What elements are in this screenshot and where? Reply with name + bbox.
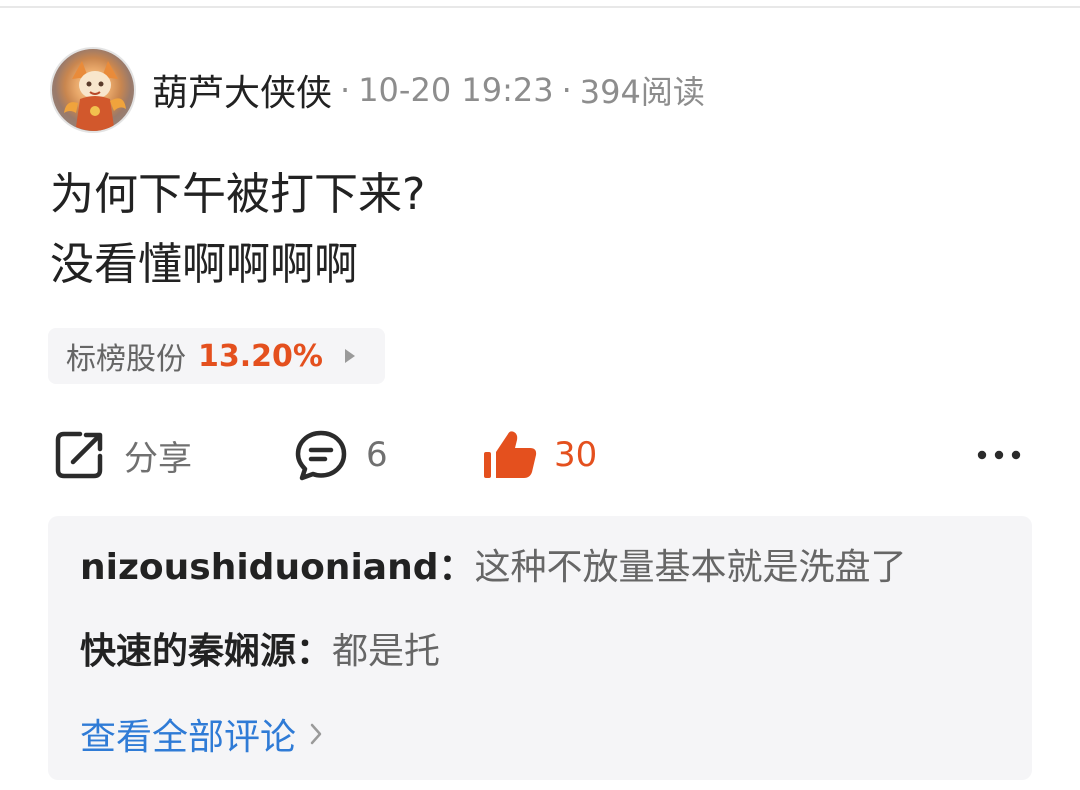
stock-tag[interactable]: 标榜股份 13.20%	[48, 328, 385, 384]
play-arrow-icon	[344, 349, 355, 363]
post-header: 葫芦大侠侠 · 10-20 19:23 · 394阅读	[50, 46, 705, 134]
meta-separator: ·	[561, 71, 572, 109]
comment-author[interactable]: nizoushiduoniand：	[80, 547, 474, 588]
read-count: 394阅读	[579, 73, 705, 111]
post-time: 10-20 19:23	[358, 71, 554, 109]
view-all-comments-link[interactable]: 查看全部评论	[80, 708, 324, 760]
more-button[interactable]	[974, 420, 1024, 490]
author-name[interactable]: 葫芦大侠侠	[152, 64, 332, 116]
avatar[interactable]	[50, 47, 136, 133]
top-divider	[0, 0, 1080, 8]
stock-name: 标榜股份	[66, 342, 186, 377]
comment-preview: nizoushiduoniand：这种不放量基本就是洗盘了 快速的秦娴源：都是托…	[48, 516, 1032, 780]
post-content[interactable]: 为何下午被打下来? 没看懂啊啊啊啊	[50, 160, 1030, 300]
comment-icon	[295, 430, 347, 481]
share-button[interactable]: 分享	[52, 420, 192, 490]
comment-text: 这种不放量基本就是洗盘了	[474, 547, 907, 588]
comment-item[interactable]: nizoushiduoniand：这种不放量基本就是洗盘了	[80, 544, 907, 592]
like-count: 30	[554, 435, 598, 475]
action-bar: 分享 6 30	[0, 420, 1080, 490]
post-meta: 葫芦大侠侠 · 10-20 19:23 · 394阅读	[152, 64, 705, 116]
share-label: 分享	[124, 438, 192, 479]
chevron-right-icon	[310, 723, 322, 745]
share-icon	[55, 431, 103, 479]
comment-text: 都是托	[332, 631, 441, 672]
comment-author[interactable]: 快速的秦娴源：	[80, 631, 332, 672]
meta-separator: ·	[340, 71, 351, 109]
more-icon	[977, 450, 1021, 460]
like-button[interactable]: 30	[482, 420, 597, 490]
thumbs-up-icon	[484, 431, 537, 478]
comment-button[interactable]: 6	[294, 420, 388, 490]
post-text-line: 为何下午被打下来?	[50, 169, 426, 220]
stock-change: 13.20%	[198, 338, 323, 374]
comment-count: 6	[366, 435, 388, 475]
post-text-line: 没看懂啊啊啊啊	[50, 239, 358, 290]
view-all-comments-label: 查看全部评论	[80, 717, 297, 758]
avatar-illustration	[64, 61, 126, 131]
comment-item[interactable]: 快速的秦娴源：都是托	[80, 628, 440, 676]
